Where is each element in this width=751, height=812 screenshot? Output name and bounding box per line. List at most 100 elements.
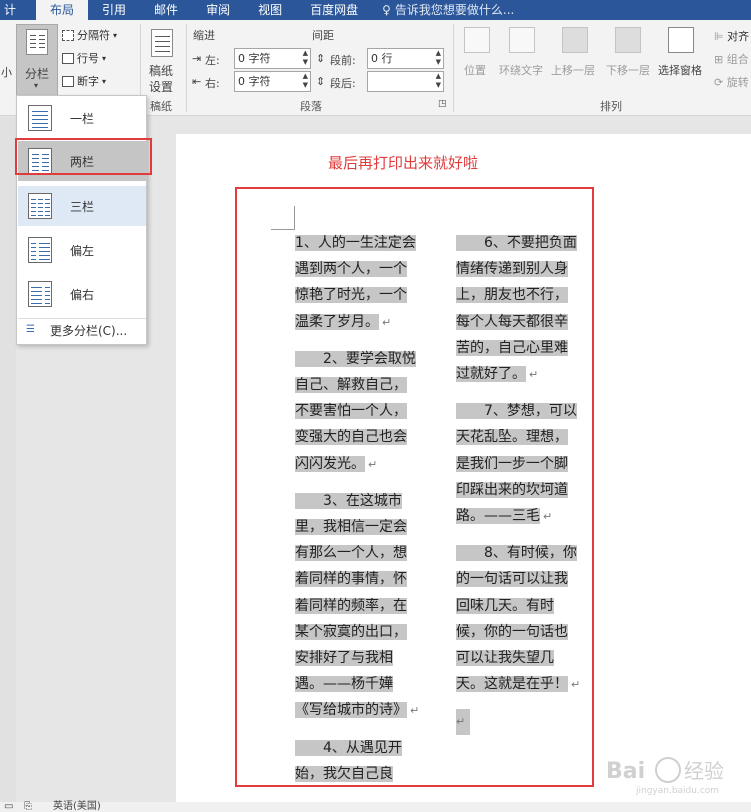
- column-option-0[interactable]: 一栏: [18, 98, 146, 138]
- breaks-button[interactable]: 分隔符 ▾: [62, 27, 117, 43]
- text-line: 天花乱坠。理想，: [456, 424, 590, 450]
- column-option-label: 偏左: [70, 243, 95, 258]
- text-line: 路。——三毛 ↵: [456, 503, 590, 530]
- line-text: 遇。——杨千嬅: [295, 676, 393, 693]
- size-button-label[interactable]: 小: [1, 64, 12, 80]
- ribbon-tab-bar: 计布局 引用 邮件 审阅 视图 百度网盘 ♀ 告诉我您想要做什么...: [0, 0, 751, 20]
- status-language[interactable]: 英语(美国): [53, 802, 101, 812]
- bring-forward-button[interactable]: 上移一层: [551, 62, 595, 78]
- bring-forward-icon: [562, 27, 588, 53]
- watermark-text: 经验: [684, 759, 724, 783]
- spinner-arrows-icon[interactable]: ▲ ▼: [436, 72, 441, 90]
- line-text: 路。——三毛: [456, 508, 540, 525]
- text-line: 着同样的频率，在: [295, 593, 429, 619]
- paragraph[interactable]: 7、梦想，可以 天花乱坠。理想， 是我们一步一个脚 印踩出来的坎坷道 路。——三毛 ↵: [456, 398, 590, 530]
- indent-left-input[interactable]: 0 字符 ▲ ▼: [234, 48, 311, 69]
- spacing-after-input[interactable]: ▲ ▼: [367, 71, 444, 92]
- position-button[interactable]: 位置: [464, 62, 486, 78]
- paragraph[interactable]: 4、从遇见开始，我欠自己良: [295, 735, 429, 787]
- wrap-text-button[interactable]: 环绕文字: [499, 62, 543, 78]
- column-layout-icon: [28, 281, 52, 307]
- paragraph-group-label: 段落: [300, 100, 322, 113]
- line-text: 3、在这城市: [295, 492, 402, 509]
- status-page-icon[interactable]: ▭: [4, 802, 13, 812]
- spinner-arrows-icon[interactable]: ▲ ▼: [303, 49, 308, 67]
- tab-0[interactable]: 计: [0, 0, 36, 20]
- spinner-arrows-icon[interactable]: ▲ ▼: [436, 49, 441, 67]
- manuscript-settings-button[interactable]: 稿纸 设置: [146, 24, 180, 96]
- selection-pane-icon: [668, 27, 694, 53]
- column-option-4[interactable]: 偏右: [18, 274, 146, 314]
- column-option-label: 一栏: [70, 111, 95, 126]
- manuscript-group-label: 稿纸: [150, 100, 172, 113]
- paragraph[interactable]: 1、人的一生注定会 遇到两个人，一个 惊艳了时光，一个 温柔了岁月。 ↵: [295, 230, 429, 336]
- line-text: 4、从遇见开: [295, 739, 402, 756]
- line-numbers-button[interactable]: 行号 ▾: [62, 50, 106, 66]
- line-text: 闪闪发光。: [295, 455, 365, 472]
- text-line: 1、人的一生注定会: [295, 230, 429, 256]
- lightbulb-icon: ♀: [382, 3, 391, 17]
- line-text: 自己、解救自己，: [295, 377, 407, 394]
- line-text: 上，朋友也不行，: [456, 287, 568, 304]
- selection-pane-button[interactable]: 选择窗格: [658, 62, 702, 78]
- text-line: 变强大的自己也会: [295, 424, 429, 450]
- right-column[interactable]: 6、不要把负面 情绪传递到别人身 上，朋友也不行， 每个人每天都很辛 苦的，自己心里难过…: [456, 230, 590, 736]
- text-line: 始，我欠自己良: [295, 761, 429, 787]
- hyphenation-icon: [62, 75, 74, 87]
- spacing-before-input[interactable]: 0 行 ▲ ▼: [367, 48, 444, 69]
- line-text: 遇到两个人，一个: [295, 261, 407, 278]
- tab-4[interactable]: 审阅: [192, 0, 244, 20]
- dialog-launcher-icon[interactable]: ◳: [438, 99, 447, 109]
- indent-left-icon: ⇥: [192, 52, 202, 65]
- proofing-icon[interactable]: ⎘: [24, 802, 32, 812]
- line-numbers-label: 行号: [77, 52, 99, 65]
- tab-6[interactable]: 百度网盘: [296, 0, 372, 20]
- rotate-label: 旋转: [726, 76, 749, 89]
- tell-me-search[interactable]: ♀ 告诉我您想要做什么...: [372, 0, 514, 20]
- annotation-caption: 最后再打印出来就好啦: [328, 154, 479, 172]
- indent-right-input[interactable]: 0 字符 ▲ ▼: [234, 71, 311, 92]
- paragraph-mark-icon: ↵: [456, 709, 470, 736]
- more-columns-item[interactable]: ☰ 更多分栏(C)...: [18, 318, 146, 342]
- manuscript-label-2: 设置: [149, 80, 174, 94]
- left-column[interactable]: 1、人的一生注定会 遇到两个人，一个 惊艳了时光，一个 温柔了岁月。 ↵ 2、要学会取悦自…: [295, 230, 429, 797]
- column-layout-icon: [28, 193, 52, 219]
- spinner-arrows-icon[interactable]: ▲ ▼: [303, 72, 308, 90]
- spacing-after-label: 段后:: [330, 77, 356, 90]
- text-line: 4、从遇见开: [295, 735, 429, 761]
- text-line: 遇。——杨千嬅: [295, 671, 429, 697]
- status-bar: ▭ ⎘ 英语(美国): [0, 802, 751, 812]
- tab-5[interactable]: 视图: [244, 0, 296, 20]
- text-line: 过就好了。 ↵: [456, 361, 590, 388]
- column-option-2[interactable]: 三栏: [18, 186, 146, 226]
- tab-2[interactable]: 引用: [88, 0, 140, 20]
- paragraph[interactable]: 6、不要把负面 情绪传递到别人身 上，朋友也不行， 每个人每天都很辛 苦的，自己心里难过…: [456, 230, 590, 388]
- text-line: 3、在这城市: [295, 488, 429, 514]
- line-text: 8、有时候，你: [456, 545, 577, 562]
- spacing-after-icon: ⇕: [316, 75, 326, 88]
- baidu-jingyan-watermark: Bai 经验 jingyan.baidu.com: [606, 757, 724, 796]
- paragraph[interactable]: 8、有时候，你 的一句话可以让我 回味几天。有时 候，你的一句话也 可以让我失望几 天。这…: [456, 540, 590, 698]
- send-backward-icon: [615, 27, 641, 53]
- column-layout-icon: [28, 237, 52, 263]
- line-text: 有那么一个人，想: [295, 545, 407, 562]
- column-option-3[interactable]: 偏左: [18, 230, 146, 270]
- line-text: 情绪传递到别人身: [456, 261, 568, 278]
- rotate-button[interactable]: ⟳ 旋转: [714, 74, 749, 90]
- send-backward-button[interactable]: 下移一层: [606, 62, 650, 78]
- paragraph[interactable]: 2、要学会取悦 自己、解救自己， 不要害怕一个人， 变强大的自己也会 闪闪发光。 ↵: [295, 346, 429, 478]
- group-button[interactable]: ⊞ 组合: [714, 51, 749, 67]
- line-text: 某个寂寞的出口，: [295, 623, 407, 640]
- tab-1[interactable]: 布局: [36, 0, 89, 20]
- hyphenation-button[interactable]: 断字 ▾: [62, 73, 106, 89]
- align-button[interactable]: ⊫ 对齐: [714, 28, 749, 44]
- line-text: 不要害怕一个人，: [295, 403, 407, 420]
- text-line: 7、梦想，可以: [456, 398, 590, 424]
- tab-3[interactable]: 邮件: [140, 0, 192, 20]
- line-text: 印踩出来的坎坷道: [456, 481, 568, 498]
- paragraph[interactable]: 3、在这城市 里，我相信一定会 有那么一个人，想 着同样的事情，怀 着同样的频率，在 某个…: [295, 488, 429, 725]
- line-text: 《写给城市的诗》: [295, 702, 407, 719]
- columns-button[interactable]: 分栏 ▾: [16, 24, 58, 96]
- column-option-label: 三栏: [70, 199, 95, 214]
- text-line: 的一句话可以让我: [456, 566, 590, 592]
